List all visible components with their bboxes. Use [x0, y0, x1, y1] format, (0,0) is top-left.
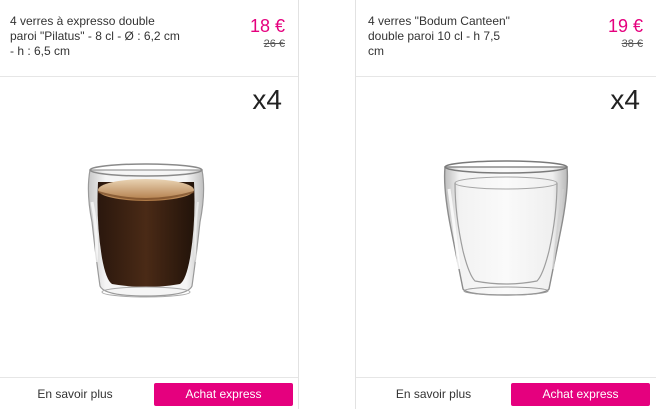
canteen-glass-image[interactable] — [441, 159, 571, 299]
product-title[interactable]: 4 verres à expresso double paroi "Pilatu… — [10, 14, 180, 59]
product-image-area[interactable]: x4 — [0, 77, 298, 376]
product-image-area[interactable]: x4 — [356, 77, 656, 376]
more-info-link[interactable]: En savoir plus — [356, 387, 511, 401]
quantity-badge: x4 — [252, 84, 282, 115]
product-card: 4 verres à expresso double paroi "Pilatu… — [0, 0, 299, 409]
product-actions: En savoir plus Achat express — [0, 377, 298, 410]
product-header: 4 verres "Bodum Canteen" double paroi 10… — [356, 0, 656, 77]
espresso-glass-image[interactable] — [82, 162, 210, 302]
express-buy-button[interactable]: Achat express — [154, 383, 293, 406]
more-info-link[interactable]: En savoir plus — [0, 387, 150, 401]
product-price: 19 € — [607, 16, 643, 36]
product-old-price: 38 € — [621, 38, 643, 50]
product-title[interactable]: 4 verres "Bodum Canteen" double paroi 10… — [368, 14, 518, 59]
product-header: 4 verres à expresso double paroi "Pilatu… — [0, 0, 298, 77]
product-card: 4 verres "Bodum Canteen" double paroi 10… — [355, 0, 656, 409]
product-old-price: 26 € — [263, 38, 285, 50]
product-price: 18 € — [249, 16, 285, 36]
quantity-badge: x4 — [610, 84, 640, 115]
express-buy-button[interactable]: Achat express — [511, 383, 650, 406]
product-actions: En savoir plus Achat express — [356, 377, 656, 410]
